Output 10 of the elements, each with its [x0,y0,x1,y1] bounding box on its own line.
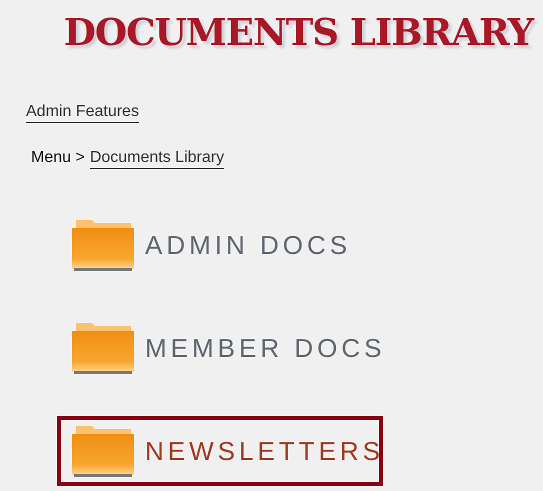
breadcrumb-text: Menu > [31,148,85,168]
page-title: DOCUMENTS LIBRARY [64,9,533,56]
folder-link[interactable]: ADMIN DOCS [57,210,383,280]
folder-icon [71,218,135,272]
folder-link[interactable]: MEMBER DOCS [57,313,383,383]
folder-link[interactable]: NEWSLETTERS [57,416,383,486]
folder-icon [71,321,135,375]
breadcrumb-link[interactable]: Documents Library [90,148,224,168]
admin-features-link[interactable]: Admin Features [26,102,139,123]
folder-icon [71,424,135,478]
